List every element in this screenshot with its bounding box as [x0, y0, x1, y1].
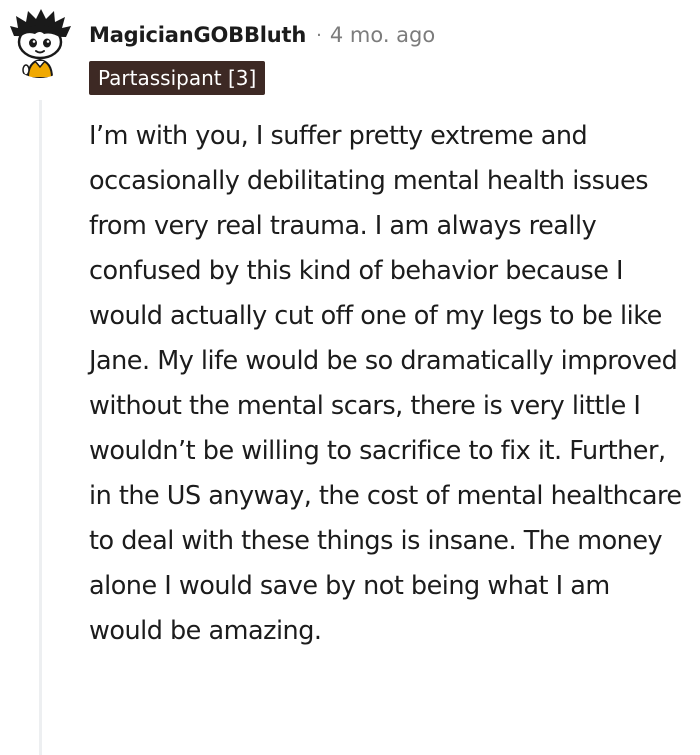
user-flair: Partassipant [3] [89, 61, 266, 95]
comment-meta: MagicianGOBBluth · 4 mo. ago [89, 20, 435, 50]
avatar[interactable] [4, 6, 76, 78]
username-link[interactable]: MagicianGOBBluth [89, 23, 306, 47]
thread-line[interactable] [39, 100, 42, 755]
comment-body: I’m with you, I suffer pretty extreme an… [89, 121, 682, 646]
snoo-avatar-icon [4, 6, 76, 78]
comment: MagicianGOBBluth · 4 mo. ago Partassipan… [0, 0, 700, 755]
timestamp[interactable]: 4 mo. ago [330, 23, 435, 47]
meta-separator: · [316, 24, 322, 46]
